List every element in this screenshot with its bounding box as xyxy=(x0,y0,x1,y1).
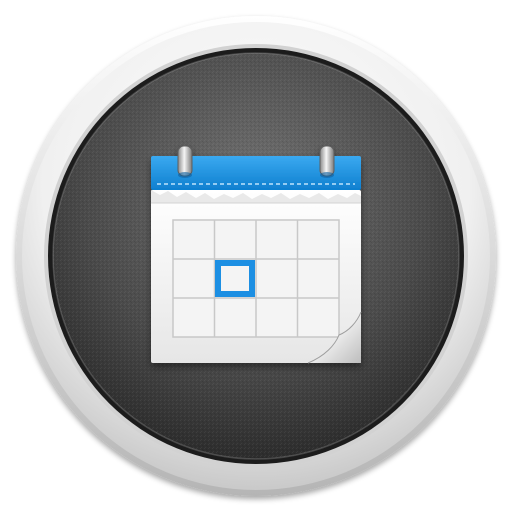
calendar-app-icon xyxy=(16,16,496,496)
app-icon[interactable] xyxy=(0,0,512,512)
calendar-grid xyxy=(172,219,340,338)
calendar-icon xyxy=(151,145,362,364)
binder-ring-left xyxy=(177,145,193,178)
binder-ring-right xyxy=(319,145,335,178)
